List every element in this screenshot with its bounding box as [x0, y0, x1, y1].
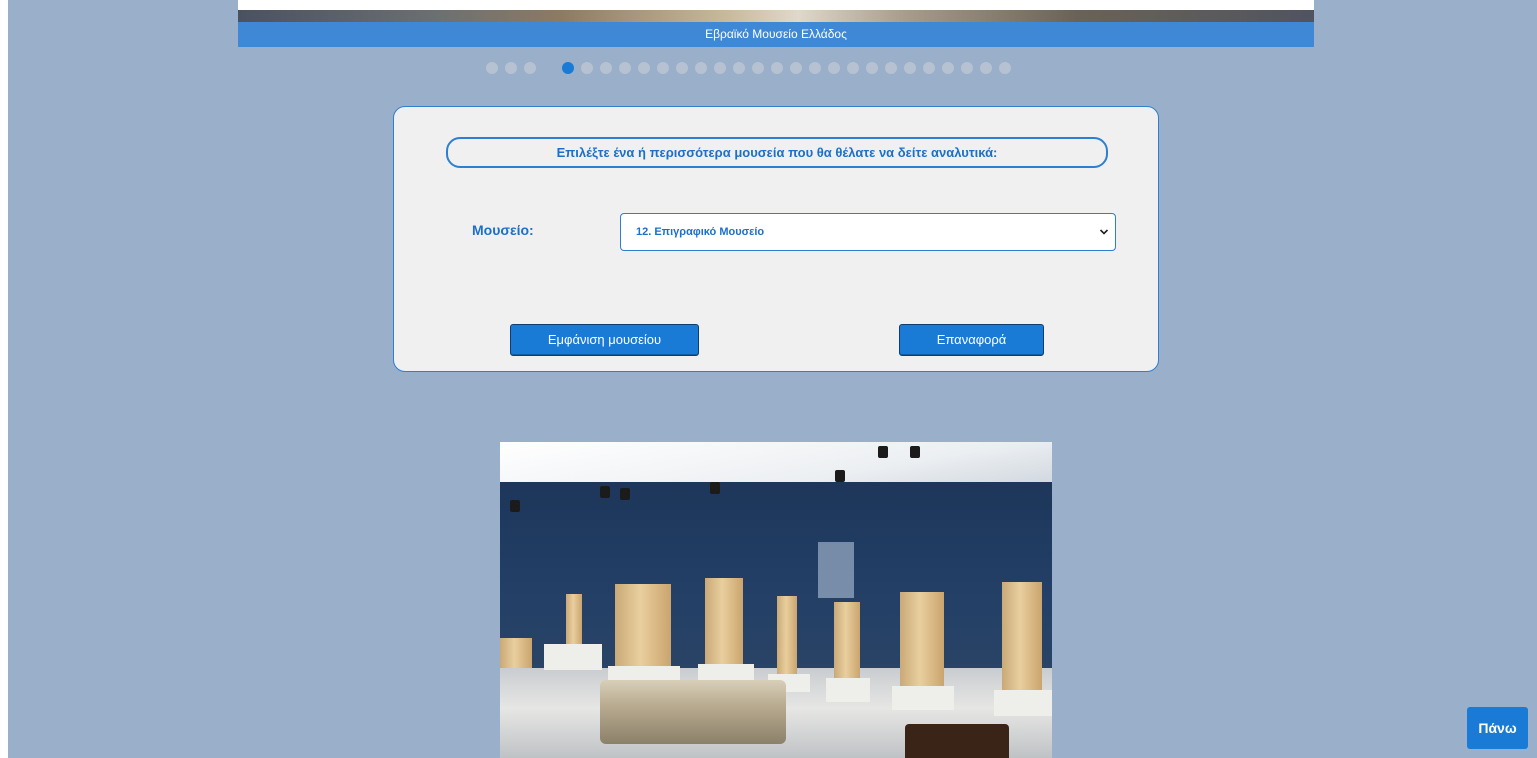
slideshow-dot[interactable] — [676, 62, 688, 74]
show-museum-button[interactable]: Εμφάνιση μουσείου — [510, 324, 699, 356]
slideshow-dot[interactable] — [638, 62, 650, 74]
slideshow-caption: Εβραϊκό Μουσείο Ελλάδος — [238, 22, 1314, 47]
slideshow-dot[interactable] — [771, 62, 783, 74]
slideshow-dot[interactable] — [866, 62, 878, 74]
slideshow-dot[interactable] — [999, 62, 1011, 74]
museum-select-value: 12. Επιγραφικό Μουσείο — [636, 226, 765, 238]
slideshow-dot[interactable] — [505, 62, 517, 74]
museum-photo — [500, 442, 1052, 758]
slideshow-dot[interactable] — [828, 62, 840, 74]
slideshow-dot[interactable] — [942, 62, 954, 74]
slideshow-dot[interactable] — [961, 62, 973, 74]
museum-select[interactable]: 12. Επιγραφικό Μουσείο — [620, 213, 1116, 251]
slideshow-dot[interactable] — [543, 62, 555, 74]
slideshow-dot[interactable] — [695, 62, 707, 74]
slideshow-dot[interactable] — [581, 62, 593, 74]
slideshow-dot[interactable] — [923, 62, 935, 74]
slideshow-dot[interactable] — [619, 62, 631, 74]
slideshow-dot[interactable] — [809, 62, 821, 74]
museum-selection-panel: Επιλέξτε ένα ή περισσότερα μουσεία που θ… — [393, 106, 1159, 372]
slideshow-dot-active[interactable] — [562, 62, 574, 74]
reset-button[interactable]: Επαναφορά — [899, 324, 1044, 356]
slideshow-dot[interactable] — [885, 62, 897, 74]
slideshow-dot[interactable] — [486, 62, 498, 74]
slideshow-dot[interactable] — [980, 62, 992, 74]
slideshow-dot[interactable] — [847, 62, 859, 74]
slideshow-image — [238, 0, 1314, 22]
panel-heading: Επιλέξτε ένα ή περισσότερα μουσεία που θ… — [446, 137, 1108, 168]
slideshow-dot[interactable] — [904, 62, 916, 74]
slideshow-dot[interactable] — [790, 62, 802, 74]
slideshow-dot[interactable] — [524, 62, 536, 74]
chevron-down-icon — [1099, 229, 1109, 235]
museum-label: Μουσείο: — [472, 222, 534, 238]
slideshow-dot[interactable] — [714, 62, 726, 74]
slideshow-dots — [486, 62, 1011, 74]
page: Εβραϊκό Μουσείο Ελλάδος Επιλέξτε ένα ή π… — [8, 0, 1537, 758]
slideshow-dot[interactable] — [733, 62, 745, 74]
slideshow-dot[interactable] — [657, 62, 669, 74]
back-to-top-button[interactable]: Πάνω — [1467, 707, 1528, 749]
slideshow-dot[interactable] — [600, 62, 612, 74]
slideshow-dot[interactable] — [752, 62, 764, 74]
